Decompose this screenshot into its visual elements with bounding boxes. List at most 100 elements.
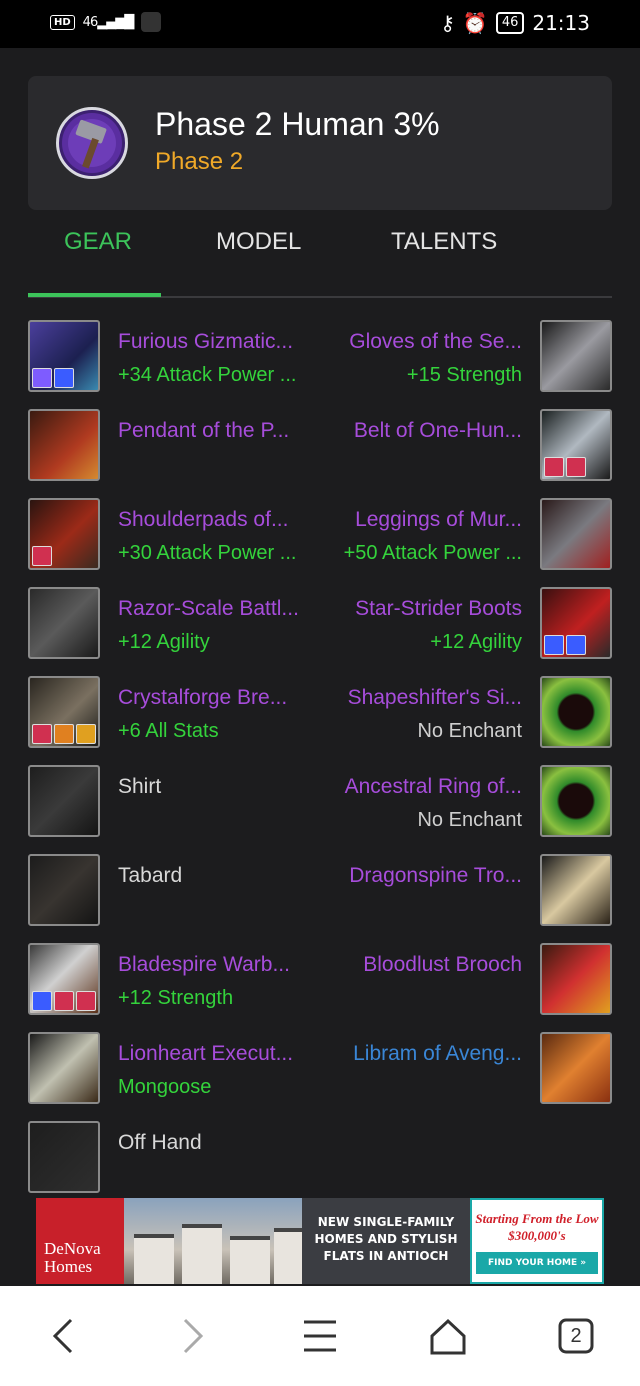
mainhand-item-name[interactable]: Lionheart Execut... xyxy=(118,1042,293,1066)
feet-enchant: +12 Agility xyxy=(430,631,522,653)
gem-icon xyxy=(76,991,96,1011)
gear-row: Lionheart Execut... Mongoose Libram of Ave… xyxy=(0,1032,640,1112)
gem-icon xyxy=(32,368,52,388)
gem-icon xyxy=(54,724,74,744)
hd-badge: HD xyxy=(50,14,75,30)
back-icon[interactable] xyxy=(40,1314,88,1358)
signal-icon: 46▂▄▆█ xyxy=(82,14,135,30)
gem-icon xyxy=(54,991,74,1011)
head-item-icon[interactable] xyxy=(28,320,100,392)
hammer-icon xyxy=(56,107,128,179)
trinket2-item-icon[interactable] xyxy=(540,943,612,1015)
tabard-item-name[interactable]: Tabard xyxy=(118,864,182,888)
shoulders-item-icon[interactable] xyxy=(28,498,100,570)
gear-row: Shoulderpads of... +30 Attack Power ... Le… xyxy=(0,498,640,578)
feet-item-icon[interactable] xyxy=(540,587,612,659)
chest-item-icon[interactable] xyxy=(28,676,100,748)
trinket2-item-name[interactable]: Bloodlust Brooch xyxy=(363,953,522,977)
gem-icon xyxy=(76,724,96,744)
gear-row: Off Hand xyxy=(0,1121,640,1201)
mainhand-item-icon[interactable] xyxy=(28,1032,100,1104)
finger1-enchant: No Enchant xyxy=(417,720,522,742)
gem-icon xyxy=(544,457,564,477)
head-item-name[interactable]: Furious Gizmatic... xyxy=(118,330,293,354)
gear-row: Crystalforge Bre... +6 All Stats Shapeshif… xyxy=(0,676,640,756)
legs-item-icon[interactable] xyxy=(540,498,612,570)
gem-icon xyxy=(566,635,586,655)
trinket1-item-name[interactable]: Dragonspine Tro... xyxy=(349,864,522,888)
gear-row: Razor-Scale Battl... +12 Agility Star-Stri… xyxy=(0,587,640,667)
offhand-item-name[interactable]: Off Hand xyxy=(118,1131,202,1155)
key-icon: ⚷ xyxy=(440,11,455,35)
page-title: Phase 2 Human 3% xyxy=(155,106,440,142)
gear-row: Furious Gizmatic... +34 Attack Power ... G… xyxy=(0,320,640,400)
gem-sockets xyxy=(32,991,96,1011)
back-enchant: +12 Agility xyxy=(118,631,210,653)
wrist-item-icon[interactable] xyxy=(28,943,100,1015)
legs-enchant: +50 Attack Power ... xyxy=(343,542,522,564)
neck-item-icon[interactable] xyxy=(28,409,100,481)
battery-icon: 46 xyxy=(495,12,525,34)
tab-indicator xyxy=(28,293,161,297)
wrist-item-name[interactable]: Bladespire Warb... xyxy=(118,953,290,977)
app-notification-icon xyxy=(141,12,162,32)
head-enchant: +34 Attack Power ... xyxy=(118,364,297,386)
hands-item-icon[interactable] xyxy=(540,320,612,392)
forward-icon[interactable] xyxy=(168,1314,216,1358)
tab-talents[interactable]: TALENTS xyxy=(391,228,497,256)
shirt-item-name[interactable]: Shirt xyxy=(118,775,161,799)
finger1-item-name[interactable]: Shapeshifter's Si... xyxy=(348,686,522,710)
finger1-item-icon[interactable] xyxy=(540,676,612,748)
waist-item-name[interactable]: Belt of One-Hun... xyxy=(354,419,522,443)
relic-item-name[interactable]: Libram of Aveng... xyxy=(353,1042,522,1066)
gem-icon xyxy=(32,724,52,744)
home-icon[interactable] xyxy=(424,1314,472,1358)
ad-banner[interactable]: DeNova Homes NEW SINGLE-FAMILY HOMES AND… xyxy=(36,1198,604,1284)
gem-sockets xyxy=(32,368,74,388)
shoulders-item-name[interactable]: Shoulderpads of... xyxy=(118,508,288,532)
relic-item-icon[interactable] xyxy=(540,1032,612,1104)
gear-row: Shirt Ancestral Ring of... No Enchant xyxy=(0,765,640,845)
ad-cta[interactable]: Starting From the Low $300,000's FIND YO… xyxy=(470,1198,604,1284)
signal-label: 46 xyxy=(82,14,99,30)
shirt-item-icon[interactable] xyxy=(28,765,100,837)
alarm-icon: ⏰ xyxy=(462,11,488,35)
offhand-item-icon[interactable] xyxy=(28,1121,100,1193)
shoulders-enchant: +30 Attack Power ... xyxy=(118,542,297,564)
gem-icon xyxy=(32,991,52,1011)
status-right: ⚷ ⏰ 46 21:13 xyxy=(440,11,590,35)
tabard-item-icon[interactable] xyxy=(28,854,100,926)
hands-enchant: +15 Strength xyxy=(406,364,522,386)
gem-sockets xyxy=(544,457,586,477)
back-item-name[interactable]: Razor-Scale Battl... xyxy=(118,597,299,621)
chest-item-name[interactable]: Crystalforge Bre... xyxy=(118,686,287,710)
finger2-item-name[interactable]: Ancestral Ring of... xyxy=(345,775,522,799)
page-content: Phase 2 Human 3% Phase 2 GEAR MODEL TALE… xyxy=(0,48,640,1286)
ad-cta-button[interactable]: FIND YOUR HOME » xyxy=(476,1252,598,1274)
tab-gear[interactable]: GEAR xyxy=(64,228,132,256)
tab-count: 2 xyxy=(570,1324,582,1347)
status-bar: HD 46▂▄▆█ ⚷ ⏰ 46 21:13 xyxy=(0,0,640,48)
tab-model[interactable]: MODEL xyxy=(216,228,301,256)
status-left: HD 46▂▄▆█ xyxy=(50,12,162,32)
ad-copy: NEW SINGLE-FAMILY HOMES AND STYLISH FLAT… xyxy=(302,1198,470,1284)
legs-item-name[interactable]: Leggings of Mur... xyxy=(355,508,522,532)
ad-price: Starting From the Low $300,000's xyxy=(475,1211,599,1243)
menu-icon[interactable] xyxy=(296,1314,344,1358)
mainhand-enchant: Mongoose xyxy=(118,1076,212,1098)
feet-item-name[interactable]: Star-Strider Boots xyxy=(355,597,522,621)
hands-item-name[interactable]: Gloves of the Se... xyxy=(349,330,522,354)
back-item-icon[interactable] xyxy=(28,587,100,659)
wrist-enchant: +12 Strength xyxy=(118,987,234,1009)
clock: 21:13 xyxy=(532,11,590,35)
page-subtitle: Phase 2 xyxy=(155,148,244,175)
ad-photo xyxy=(124,1198,302,1284)
tabs-icon[interactable]: 2 xyxy=(552,1314,600,1358)
finger2-item-icon[interactable] xyxy=(540,765,612,837)
gem-icon xyxy=(54,368,74,388)
waist-item-icon[interactable] xyxy=(540,409,612,481)
trinket1-item-icon[interactable] xyxy=(540,854,612,926)
gem-icon xyxy=(32,546,52,566)
gem-sockets xyxy=(32,724,96,744)
neck-item-name[interactable]: Pendant of the P... xyxy=(118,419,289,443)
